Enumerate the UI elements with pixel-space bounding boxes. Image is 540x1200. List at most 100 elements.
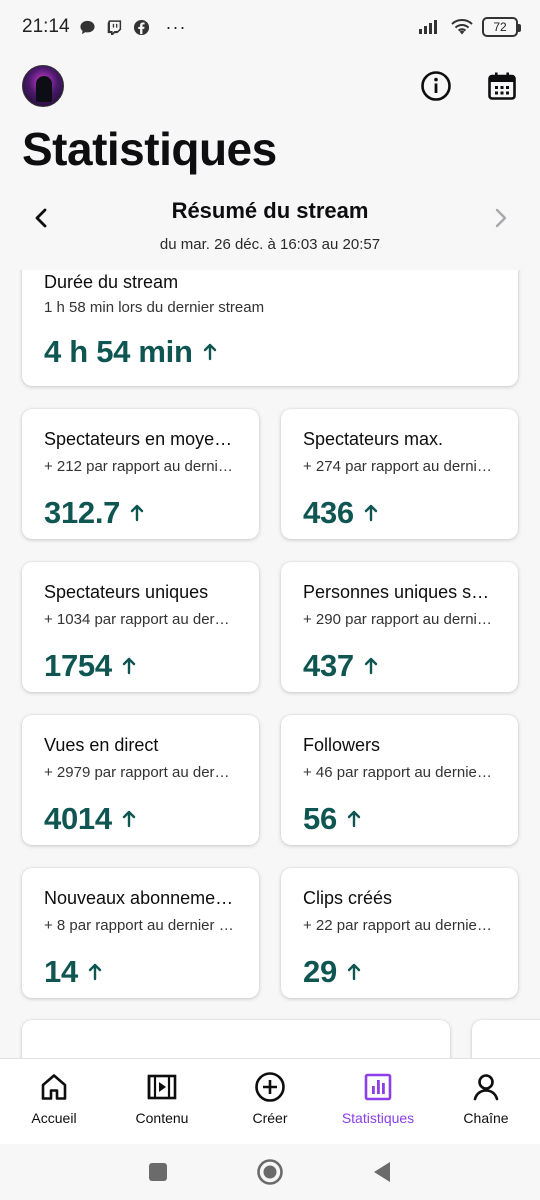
card-subtitle: + 22 par rapport au dernier stream (303, 917, 496, 934)
summary-nav: Résumé du stream du mar. 26 déc. à 16:03… (22, 192, 518, 262)
next-section-placeholder (44, 1046, 154, 1058)
chart-icon (362, 1071, 394, 1103)
stat-card-duration[interactable]: Durée du stream 1 h 58 min lors du derni… (22, 270, 518, 386)
summary-title: Résumé du stream (171, 198, 369, 223)
arrow-up-icon (364, 504, 378, 522)
chevron-left-icon[interactable] (30, 206, 54, 230)
card-title: Personnes uniques suivant (303, 582, 496, 602)
avatar[interactable] (22, 65, 64, 107)
stat-card-max-viewers[interactable]: Spectateurs max. + 274 par rapport au de… (281, 409, 518, 539)
arrow-up-icon (347, 963, 361, 981)
arrow-up-icon (203, 343, 217, 361)
card-value-row: 4014 (44, 801, 237, 837)
card-subtitle: 1 h 58 min lors du dernier stream (44, 299, 265, 316)
nav-item-stats[interactable]: Statistiques (328, 1071, 428, 1126)
card-value-row: 437 (303, 648, 496, 684)
card-title: Durée du stream (44, 272, 179, 292)
nav-label: Créer (252, 1110, 288, 1126)
stat-card-avg-viewers[interactable]: Spectateurs en moyenne + 212 par rapport… (22, 409, 259, 539)
status-right: 72 (418, 17, 521, 37)
info-icon[interactable] (420, 70, 452, 102)
back-icon[interactable] (368, 1158, 396, 1186)
summary-date-range: du mar. 26 déc. à 16:03 au 20:57 (159, 236, 381, 253)
card-value: 14 (44, 954, 78, 989)
card-subtitle: + 46 par rapport au dernier stream (303, 764, 496, 781)
person-icon (470, 1071, 502, 1103)
status-time: 21:14 (22, 16, 70, 37)
card-title: Followers (303, 735, 381, 755)
nav-label: Contenu (135, 1110, 189, 1126)
nav-item-home[interactable]: Accueil (4, 1071, 104, 1126)
video-icon (146, 1071, 178, 1103)
arrow-up-icon (347, 810, 361, 828)
calendar-icon[interactable] (486, 70, 518, 102)
stat-card-clips[interactable]: Clips créés + 22 par rapport au dernier … (281, 868, 518, 998)
arrow-up-icon (122, 657, 136, 675)
nav-label: Accueil (31, 1110, 77, 1126)
card-value-row: 436 (303, 495, 496, 531)
next-section-card[interactable] (22, 1020, 450, 1058)
recents-icon[interactable] (144, 1158, 172, 1186)
stat-card-followers[interactable]: Followers + 46 par rapport au dernier st… (281, 715, 518, 845)
header-actions (420, 70, 518, 102)
plus-circle-icon (254, 1071, 286, 1103)
card-title: Spectateurs max. (303, 429, 444, 449)
nav-item-content[interactable]: Contenu (112, 1071, 212, 1126)
card-subtitle: + 2979 par rapport au dernier stream (44, 764, 237, 781)
card-value-row: 312.7 (44, 495, 237, 531)
stat-card-unique-viewers[interactable]: Spectateurs uniques + 1034 par rapport a… (22, 562, 259, 692)
nav-label: Statistiques (341, 1110, 415, 1126)
card-value-row: 1754 (44, 648, 237, 684)
nav-item-create[interactable]: Créer (220, 1071, 320, 1126)
card-value: 56 (303, 801, 337, 836)
wifi-icon (450, 18, 474, 36)
stat-card-new-subs[interactable]: Nouveaux abonnements + 8 par rapport au … (22, 868, 259, 998)
nav-label: Chaîne (463, 1110, 509, 1126)
card-value-row: 56 (303, 801, 496, 837)
more-indicator: ··· (165, 16, 187, 37)
card-subtitle: + 290 par rapport au dernier stream (303, 611, 496, 628)
card-value-row: 4 h 54 min (44, 334, 496, 370)
arrow-up-icon (364, 657, 378, 675)
twitch-icon (106, 18, 124, 36)
card-value-row: 14 (44, 954, 237, 990)
arrow-up-icon (88, 963, 102, 981)
nav-item-channel[interactable]: Chaîne (436, 1071, 536, 1126)
card-value: 4 h 54 min (44, 334, 193, 369)
card-title: Spectateurs uniques (44, 582, 209, 602)
arrow-up-icon (122, 810, 136, 828)
signal-icon (418, 18, 442, 36)
stat-card-live-views[interactable]: Vues en direct + 2979 par rapport au der… (22, 715, 259, 845)
card-value: 437 (303, 648, 354, 683)
header (22, 64, 518, 108)
arrow-up-icon (130, 504, 144, 522)
card-title: Nouveaux abonnements (44, 888, 237, 908)
card-subtitle: + 8 par rapport au dernier stream (44, 917, 237, 934)
card-value: 312.7 (44, 495, 121, 530)
next-section-placeholder-2 (494, 1046, 524, 1058)
card-title: Spectateurs en moyenne (44, 429, 237, 449)
system-nav-bar (0, 1144, 540, 1200)
card-subtitle: + 212 par rapport au dernier stream (44, 458, 237, 475)
stats-cards-area[interactable]: Durée du stream 1 h 58 min lors du derni… (0, 270, 540, 1058)
card-title: Vues en direct (44, 735, 159, 755)
chat-bubble-icon (79, 18, 97, 36)
card-subtitle: + 1034 par rapport au dernier stream (44, 611, 237, 628)
page-title: Statistiques (22, 123, 277, 175)
stat-card-unique-chatters[interactable]: Personnes uniques suivant + 290 par rapp… (281, 562, 518, 692)
bottom-nav: Accueil Contenu Créer Statistiques Chaîn… (0, 1058, 540, 1144)
home-button-icon[interactable] (256, 1158, 284, 1186)
card-value: 436 (303, 495, 354, 530)
status-bar: 21:14 ··· 72 (0, 0, 540, 54)
home-icon (38, 1071, 70, 1103)
card-value: 4014 (44, 801, 112, 836)
chevron-right-icon[interactable] (488, 206, 512, 230)
card-value-row: 29 (303, 954, 496, 990)
battery-indicator: 72 (482, 17, 521, 37)
card-value: 29 (303, 954, 337, 989)
card-subtitle: + 274 par rapport au dernier stream (303, 458, 496, 475)
next-section-card-2[interactable] (472, 1020, 540, 1058)
card-value: 1754 (44, 648, 112, 683)
facebook-icon (133, 18, 151, 36)
status-left: 21:14 ··· (22, 16, 187, 38)
